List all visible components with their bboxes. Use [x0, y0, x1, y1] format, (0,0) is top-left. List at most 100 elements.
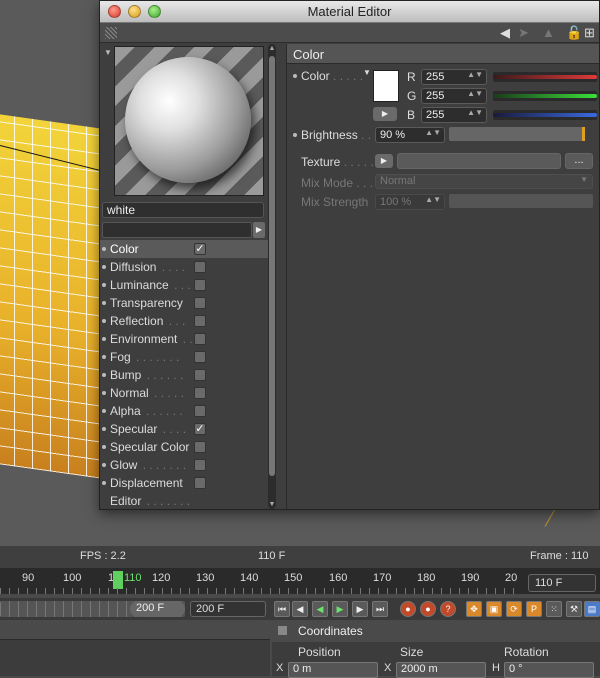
scroll-up-icon[interactable]: ▲: [268, 45, 276, 52]
move-key-icon[interactable]: ✥: [466, 601, 482, 617]
channel-checkbox[interactable]: ✓: [194, 243, 206, 255]
play-backward-button[interactable]: ◀: [312, 601, 328, 617]
panel-handle-icon[interactable]: [278, 626, 287, 635]
channel-displacement[interactable]: Displacement: [100, 474, 268, 492]
channel-label: Luminance: [110, 278, 169, 292]
leader-dots: . . . . . .: [146, 368, 184, 382]
channel-alpha[interactable]: Alpha . . . . . .: [100, 402, 268, 420]
current-frame-field[interactable]: 110 F: [528, 574, 596, 592]
animation-dot-icon: [102, 391, 106, 395]
animation-dot-icon[interactable]: [293, 74, 297, 78]
channel-checkbox[interactable]: [194, 279, 206, 291]
scrollbar-thumb[interactable]: [269, 56, 275, 476]
timeline-ruler[interactable]: 90 100 1 120 130 140 150 160 170 180 190…: [0, 568, 600, 594]
animation-dot-icon: [102, 337, 106, 341]
channel-label: Environment: [110, 332, 178, 346]
close-button[interactable]: [108, 5, 121, 18]
channel-environment[interactable]: Environment . .: [100, 330, 268, 348]
channel-label: Glow: [110, 458, 138, 472]
channel-checkbox[interactable]: [194, 477, 206, 489]
b-field[interactable]: 255 ▲▼: [421, 107, 487, 123]
point-key-icon[interactable]: ⁙: [546, 601, 562, 617]
texture-field[interactable]: [397, 153, 561, 169]
g-field[interactable]: 255 ▲▼: [421, 88, 487, 104]
channel-specular[interactable]: Specular . . . . ✓: [100, 420, 268, 438]
max-frame-field[interactable]: 200 F: [190, 601, 266, 617]
auto-key-button[interactable]: ●: [420, 601, 436, 617]
color-label: Color . . . . .: [301, 69, 364, 83]
animation-dot-icon[interactable]: [293, 133, 297, 137]
channel-checkbox[interactable]: [194, 351, 206, 363]
forward-arrow-icon[interactable]: ➤: [518, 25, 529, 41]
animation-dot-icon: [102, 283, 106, 287]
mix-strength-slider[interactable]: [449, 194, 593, 208]
material-preview[interactable]: [114, 46, 264, 196]
size-column-label: Size: [400, 645, 424, 659]
back-arrow-icon[interactable]: ◀: [500, 25, 510, 41]
channel-checkbox[interactable]: [194, 387, 206, 399]
channel-color[interactable]: Color ✓: [100, 240, 268, 258]
channel-checkbox[interactable]: [194, 459, 206, 471]
preview-menu-icon[interactable]: ▼: [104, 48, 112, 57]
color-picker-button[interactable]: ▶: [373, 107, 397, 121]
rotate-key-icon[interactable]: ⟳: [506, 601, 522, 617]
param-key-icon[interactable]: P: [526, 601, 542, 617]
editor-toolbar: ◀ ➤ ▲ 🔓 ⊞: [100, 23, 599, 43]
range-slider-end[interactable]: 200 F: [130, 601, 185, 617]
channel-checkbox[interactable]: [194, 333, 206, 345]
channel-bump[interactable]: Bump . . . . . .: [100, 366, 268, 384]
next-key-button[interactable]: ▶: [352, 601, 368, 617]
minimize-button[interactable]: [128, 5, 141, 18]
channel-fog[interactable]: Fog . . . . . . .: [100, 348, 268, 366]
new-window-icon[interactable]: ⊞: [584, 25, 595, 41]
g-slider[interactable]: [493, 91, 597, 101]
tick-label: 120: [152, 572, 171, 584]
zoom-button[interactable]: [148, 5, 161, 18]
play-button[interactable]: ▶: [332, 601, 348, 617]
window-titlebar[interactable]: Material Editor: [100, 1, 599, 23]
brightness-slider[interactable]: [449, 127, 585, 141]
channel-checkbox[interactable]: [194, 315, 206, 327]
channel-checkbox[interactable]: ✓: [194, 423, 206, 435]
scale-key-icon[interactable]: ▣: [486, 601, 502, 617]
layer-menu-button[interactable]: ▶: [253, 222, 265, 238]
texture-menu-button[interactable]: ▶: [375, 154, 393, 168]
material-name-field[interactable]: white: [102, 202, 264, 218]
pla-key-icon[interactable]: ⚒: [566, 601, 582, 617]
r-slider[interactable]: [493, 72, 597, 82]
channel-scrollbar[interactable]: ▲ ▼: [268, 44, 276, 509]
keyframe-help-button[interactable]: ?: [440, 601, 456, 617]
channel-checkbox[interactable]: [194, 261, 206, 273]
mix-strength-field[interactable]: 100 % ▲▼: [375, 194, 445, 210]
toolbar-grip-icon[interactable]: [105, 27, 117, 39]
channel-diffusion[interactable]: Diffusion . . . .: [100, 258, 268, 276]
b-slider[interactable]: [493, 110, 597, 120]
channel-checkbox[interactable]: [194, 297, 206, 309]
channel-checkbox[interactable]: [194, 441, 206, 453]
channel-transparency[interactable]: Transparency: [100, 294, 268, 312]
brightness-field[interactable]: 90 % ▲▼: [375, 127, 445, 143]
lock-icon[interactable]: 🔓: [566, 25, 582, 41]
color-swatch[interactable]: [373, 70, 399, 102]
prev-key-button[interactable]: ◀: [292, 601, 308, 617]
channel-editor[interactable]: Editor . . . . . . .: [100, 492, 268, 510]
channel-glow[interactable]: Glow . . . . . . .: [100, 456, 268, 474]
scheme-icon[interactable]: ▤: [584, 601, 600, 617]
channel-normal[interactable]: Normal . . . . .: [100, 384, 268, 402]
channel-checkbox[interactable]: [194, 369, 206, 381]
texture-browse-button[interactable]: ...: [565, 153, 593, 169]
record-button[interactable]: ●: [400, 601, 416, 617]
mix-mode-select[interactable]: Normal ▼: [375, 174, 593, 189]
scroll-down-icon[interactable]: ▼: [268, 501, 276, 508]
channel-reflection[interactable]: Reflection . . .: [100, 312, 268, 330]
channel-luminance[interactable]: Luminance . . .: [100, 276, 268, 294]
timeline-playhead[interactable]: [113, 571, 123, 589]
r-field[interactable]: 255 ▲▼: [421, 69, 487, 85]
channel-checkbox[interactable]: [194, 405, 206, 417]
layer-field[interactable]: [102, 222, 252, 238]
goto-end-button[interactable]: ⏭: [372, 601, 388, 617]
color-menu-icon[interactable]: ▼: [363, 68, 371, 77]
channel-specular-color[interactable]: Specular Color: [100, 438, 268, 456]
up-arrow-icon[interactable]: ▲: [542, 25, 555, 40]
goto-start-button[interactable]: ⏮: [274, 601, 290, 617]
